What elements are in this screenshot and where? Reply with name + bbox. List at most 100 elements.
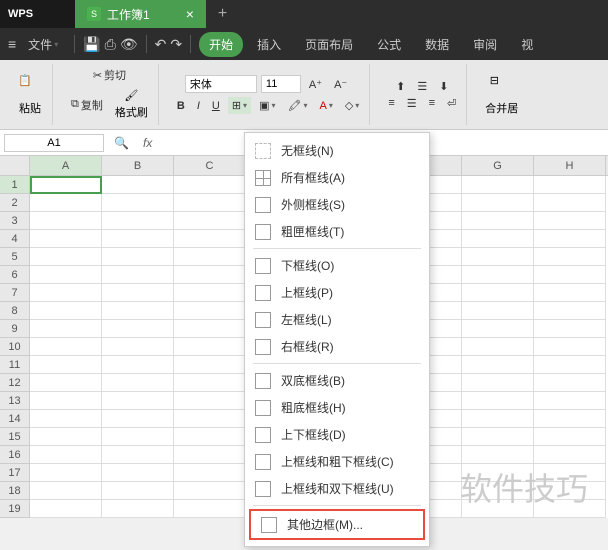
hamburger-icon[interactable]: ≡ — [8, 36, 16, 52]
cell[interactable] — [102, 392, 174, 410]
cell[interactable] — [462, 176, 534, 194]
cell[interactable] — [462, 356, 534, 374]
font-family-select[interactable] — [185, 75, 257, 93]
cell[interactable] — [462, 212, 534, 230]
cell[interactable] — [534, 446, 606, 464]
align-middle-icon[interactable]: ☰ — [413, 78, 431, 95]
border-menu-item[interactable]: 双底框线(B) — [245, 367, 429, 394]
increase-font-icon[interactable]: A⁺ — [305, 76, 326, 93]
cell[interactable] — [462, 266, 534, 284]
border-menu-item[interactable]: 下框线(O) — [245, 252, 429, 279]
cell[interactable] — [30, 284, 102, 302]
cell[interactable] — [534, 374, 606, 392]
cell[interactable] — [102, 266, 174, 284]
cell[interactable] — [174, 266, 246, 284]
cell[interactable] — [534, 464, 606, 482]
cell[interactable] — [462, 302, 534, 320]
cell[interactable] — [30, 428, 102, 446]
align-bottom-icon[interactable]: ⬇ — [435, 78, 452, 95]
add-tab-button[interactable]: + — [206, 5, 239, 23]
cell[interactable] — [102, 338, 174, 356]
row-header[interactable]: 5 — [0, 248, 30, 266]
cell[interactable] — [30, 482, 102, 500]
border-menu-item[interactable]: 所有框线(A) — [245, 164, 429, 191]
align-top-icon[interactable]: ⬆ — [392, 78, 409, 95]
file-menu[interactable]: 文件▾ — [20, 32, 66, 57]
border-menu-item[interactable]: 粗底框线(H) — [245, 394, 429, 421]
undo-icon[interactable]: ↶ — [155, 36, 167, 53]
cell[interactable] — [462, 338, 534, 356]
fill-color-button[interactable]: ▣▾ — [255, 97, 279, 114]
cell[interactable] — [462, 230, 534, 248]
save-icon[interactable]: 💾 — [83, 36, 100, 53]
cell[interactable] — [462, 320, 534, 338]
row-header[interactable]: 8 — [0, 302, 30, 320]
cell[interactable] — [534, 284, 606, 302]
format-painter-button[interactable]: 🖌格式刷 — [111, 85, 152, 124]
align-right-icon[interactable]: ≡ — [425, 95, 439, 111]
border-menu-item[interactable]: 上框线(P) — [245, 279, 429, 306]
row-header[interactable]: 4 — [0, 230, 30, 248]
cell[interactable] — [174, 446, 246, 464]
cell[interactable] — [174, 194, 246, 212]
border-menu-item[interactable]: 左框线(L) — [245, 306, 429, 333]
row-header[interactable]: 3 — [0, 212, 30, 230]
cell[interactable] — [30, 392, 102, 410]
cell[interactable] — [102, 212, 174, 230]
border-menu-item[interactable]: 上下框线(D) — [245, 421, 429, 448]
cut-button[interactable]: ✂剪切 — [89, 65, 130, 85]
cell[interactable] — [534, 194, 606, 212]
border-menu-item[interactable]: 无框线(N) — [245, 137, 429, 164]
row-header[interactable]: 9 — [0, 320, 30, 338]
border-menu-item[interactable]: 上框线和双下框线(U) — [245, 475, 429, 502]
cell[interactable] — [102, 320, 174, 338]
tab-review[interactable]: 审阅 — [463, 32, 507, 57]
cell[interactable] — [534, 338, 606, 356]
tab-home[interactable]: 开始 — [199, 32, 243, 57]
cell[interactable] — [462, 446, 534, 464]
tab-layout[interactable]: 页面布局 — [295, 32, 363, 57]
row-header[interactable]: 11 — [0, 356, 30, 374]
cell[interactable] — [30, 356, 102, 374]
cell[interactable] — [30, 446, 102, 464]
border-menu-item[interactable]: 粗匣框线(T) — [245, 218, 429, 245]
border-menu-item[interactable]: 其他边框(M)... — [251, 511, 423, 538]
print-icon[interactable]: ⎙ — [105, 36, 116, 53]
cell[interactable] — [174, 212, 246, 230]
row-header[interactable]: 13 — [0, 392, 30, 410]
row-header[interactable]: 1 — [0, 176, 30, 194]
redo-icon[interactable]: ↷ — [170, 36, 182, 53]
cell[interactable] — [174, 428, 246, 446]
cell[interactable] — [174, 356, 246, 374]
col-header[interactable]: A — [30, 156, 102, 175]
row-header[interactable]: 16 — [0, 446, 30, 464]
border-button[interactable]: ⊞▾ — [228, 97, 251, 114]
cell[interactable] — [102, 482, 174, 500]
cell[interactable] — [462, 482, 534, 500]
preview-icon[interactable]: 👁 — [120, 36, 138, 53]
cell[interactable] — [534, 248, 606, 266]
fx-label[interactable]: fx — [135, 136, 160, 150]
cell[interactable] — [102, 500, 174, 518]
cell[interactable] — [534, 410, 606, 428]
bold-button[interactable]: B — [173, 98, 189, 114]
col-header[interactable]: G — [462, 156, 534, 175]
row-header[interactable]: 17 — [0, 464, 30, 482]
cell[interactable] — [534, 212, 606, 230]
cell[interactable] — [462, 410, 534, 428]
cell[interactable] — [462, 248, 534, 266]
cell[interactable] — [30, 410, 102, 428]
paste-button[interactable]: 📋 粘贴 — [14, 70, 46, 120]
cell[interactable] — [534, 482, 606, 500]
cell[interactable] — [462, 392, 534, 410]
row-header[interactable]: 15 — [0, 428, 30, 446]
border-menu-item[interactable]: 外侧框线(S) — [245, 191, 429, 218]
align-left-icon[interactable]: ≡ — [384, 95, 398, 111]
cell[interactable] — [462, 500, 534, 518]
cell[interactable] — [462, 464, 534, 482]
select-all-corner[interactable] — [0, 156, 30, 175]
cell[interactable] — [534, 356, 606, 374]
font-size-select[interactable] — [261, 75, 301, 93]
cell[interactable] — [102, 194, 174, 212]
cell[interactable] — [534, 302, 606, 320]
